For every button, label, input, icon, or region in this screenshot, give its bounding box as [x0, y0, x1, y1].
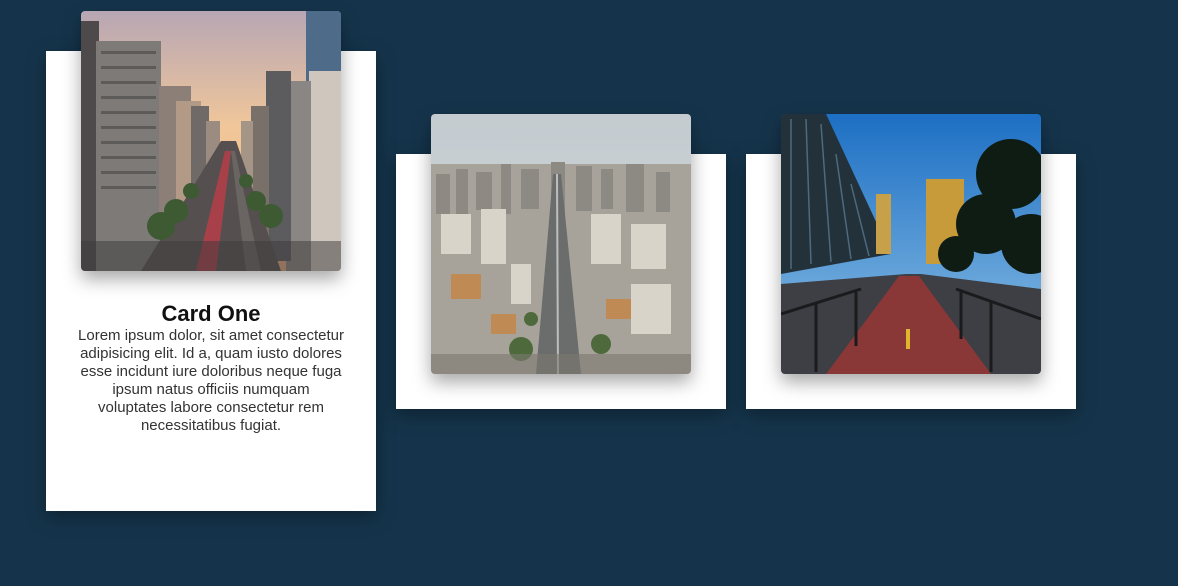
card-one-content: Card One Lorem ipsum dolor, sit amet con… [66, 301, 356, 435]
card-two[interactable] [396, 114, 726, 409]
card-one[interactable]: Card One Lorem ipsum dolor, sit amet con… [46, 11, 376, 511]
card-title: Card One [161, 301, 261, 326]
avenue-bike-lane-photo [781, 114, 1041, 374]
city-aerial-highway-photo [431, 114, 691, 374]
card-three[interactable] [746, 114, 1076, 409]
city-avenue-sunset-photo [81, 11, 341, 271]
card-description: Lorem ipsum dolor, sit amet consectetur … [78, 327, 344, 434]
